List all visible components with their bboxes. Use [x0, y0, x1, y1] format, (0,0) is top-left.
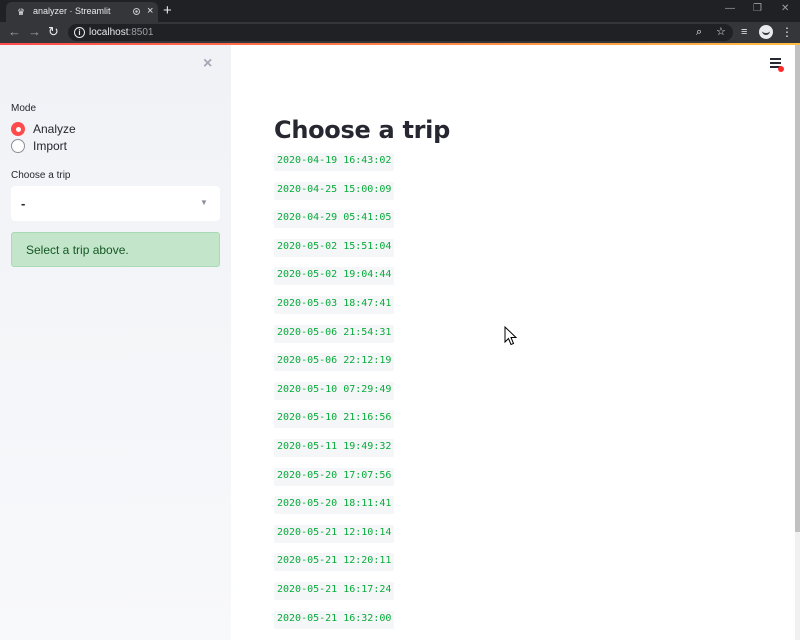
tab-close-icon[interactable]: × — [147, 5, 153, 17]
avatar[interactable] — [759, 25, 773, 39]
radio-label: Analyze — [33, 122, 76, 136]
info-alert: Select a trip above. — [11, 232, 220, 267]
back-icon[interactable]: ← — [8, 24, 21, 40]
browser-tab[interactable]: ♛ analyzer · Streamlit × — [6, 2, 158, 22]
trip-item: 2020-05-21 12:10:14 — [274, 525, 395, 543]
site-info-icon[interactable]: i — [74, 27, 85, 38]
trip-item: 2020-05-02 15:51:04 — [274, 239, 395, 257]
trip-item: 2020-05-06 21:54:31 — [274, 325, 395, 343]
radio-label: Import — [33, 139, 68, 153]
reload-icon[interactable]: ↻ — [48, 24, 59, 40]
trip-item: 2020-05-06 22:12:19 — [274, 353, 395, 371]
browser-toolbar: ← → ↻ i localhost:8501 ⌕ ☆ ≡ ⋮ — [0, 22, 800, 43]
close-sidebar-icon[interactable]: × — [203, 55, 212, 73]
browser-tab-bar: ♛ analyzer · Streamlit × + — ❐ ✕ — [0, 0, 800, 22]
trip-item: 2020-05-10 07:29:49 — [274, 382, 395, 400]
recording-icon — [133, 8, 140, 15]
forward-icon[interactable]: → — [28, 24, 41, 40]
chevron-down-icon[interactable]: ▼ — [200, 198, 208, 207]
trip-item: 2020-05-02 19:04:44 — [274, 267, 395, 285]
minimize-icon[interactable]: — — [725, 3, 735, 15]
trip-select-label: Choose a trip — [11, 170, 71, 181]
trip-item: 2020-05-21 12:20:11 — [274, 553, 395, 571]
trip-item: 2020-04-29 05:41:05 — [274, 210, 395, 228]
scrollbar[interactable] — [795, 45, 800, 640]
media-icon[interactable]: ≡ — [741, 26, 747, 39]
restore-icon[interactable]: ❐ — [753, 3, 762, 15]
url-text: localhost:8501 — [89, 27, 154, 38]
trip-item: 2020-04-25 15:00:09 — [274, 182, 395, 200]
new-tab-button[interactable]: + — [163, 2, 172, 19]
trip-item: 2020-05-03 18:47:41 — [274, 296, 395, 314]
sidebar: × Mode Analyze Import Choose a trip - ▼ … — [0, 45, 231, 640]
radio-unchecked-icon[interactable] — [11, 139, 25, 153]
select-value: - — [21, 196, 26, 211]
mode-label: Mode — [11, 103, 37, 114]
radio-option-analyze[interactable]: Analyze — [11, 121, 76, 137]
mouse-cursor-icon — [504, 326, 518, 346]
trip-item: 2020-05-11 19:49:32 — [274, 439, 395, 457]
trip-item: 2020-05-20 18:11:41 — [274, 496, 395, 514]
address-bar[interactable]: i localhost:8501 ⌕ ☆ — [68, 24, 733, 41]
scrollbar-thumb[interactable] — [795, 45, 800, 532]
trip-item: 2020-05-10 21:16:56 — [274, 410, 395, 428]
streamlit-favicon-icon: ♛ — [16, 7, 26, 17]
search-icon[interactable]: ⌕ — [696, 26, 702, 39]
trip-item: 2020-05-21 16:17:24 — [274, 582, 395, 600]
trip-item: 2020-05-20 17:07:56 — [274, 468, 395, 486]
trip-item: 2020-05-21 16:32:00 — [274, 611, 395, 629]
kebab-menu-icon[interactable]: ⋮ — [781, 24, 793, 40]
trip-item: 2020-04-19 16:43:02 — [274, 153, 395, 171]
star-icon[interactable]: ☆ — [716, 26, 726, 39]
trip-selectbox[interactable]: - ▼ — [11, 186, 220, 221]
radio-option-import[interactable]: Import — [11, 138, 67, 154]
alert-text: Select a trip above. — [26, 243, 129, 257]
notification-dot — [778, 66, 784, 72]
page-title: Choose a trip — [274, 116, 450, 144]
window-close-icon[interactable]: ✕ — [781, 3, 789, 15]
radio-checked-icon[interactable] — [11, 122, 25, 136]
tab-title: analyzer · Streamlit — [33, 6, 111, 16]
